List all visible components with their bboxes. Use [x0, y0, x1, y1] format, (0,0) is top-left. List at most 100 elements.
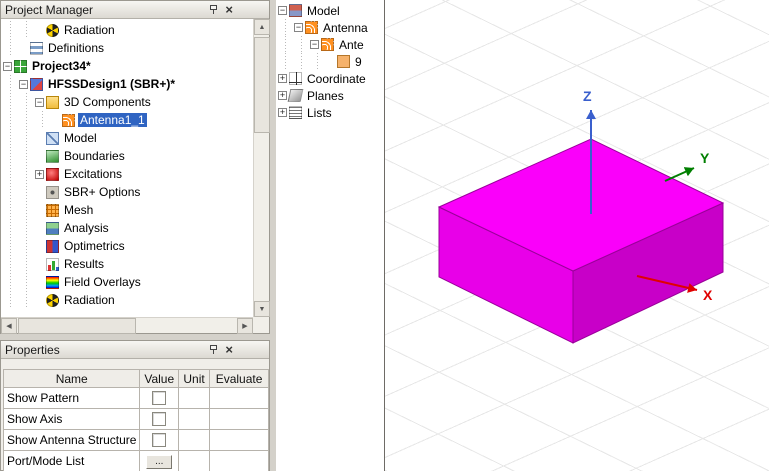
z-axis-label: Z: [583, 88, 592, 104]
scroll-down-button[interactable]: ▼: [254, 301, 270, 317]
tree-item-planes[interactable]: Planes: [276, 87, 384, 104]
tree-item-radiation[interactable]: Radiation: [1, 291, 253, 309]
lists-icon: [289, 106, 302, 119]
column-header-name: Name: [3, 369, 141, 388]
y-axis-arrow: [664, 167, 695, 182]
properties-header-row: Name Value Unit Evaluate: [3, 369, 269, 388]
project-tree-area: Radiation Definitions Project34* HFSSDes…: [1, 19, 270, 334]
tree-item-definitions[interactable]: Definitions: [1, 39, 253, 57]
vertical-scroll-thumb[interactable]: [254, 37, 270, 133]
minus-expander-icon[interactable]: [19, 79, 28, 89]
properties-table-wrap: Name Value Unit Evaluate Show Pattern Sh…: [3, 369, 269, 471]
scroll-left-button[interactable]: ◀: [1, 318, 17, 334]
tree-item-optimetrics[interactable]: Optimetrics: [1, 237, 253, 255]
tree-item-antenna1-1[interactable]: Antenna1_1: [1, 111, 253, 129]
scroll-up-button[interactable]: ▲: [254, 19, 270, 35]
tree-item-mesh[interactable]: Mesh: [1, 201, 253, 219]
magenta-box-object[interactable]: [437, 138, 725, 344]
show-axis-checkbox[interactable]: [152, 412, 167, 427]
minus-expander-icon[interactable]: [310, 40, 319, 49]
property-evaluate-cell: [209, 408, 269, 430]
property-unit-cell: [178, 408, 211, 430]
modeler-3d-viewport[interactable]: Z Y X: [384, 0, 769, 471]
property-evaluate-cell: [209, 429, 269, 451]
tree-item-results[interactable]: Results: [1, 255, 253, 273]
folder-icon: [46, 95, 59, 109]
analysis-icon: [46, 221, 59, 235]
tree-item-sheet[interactable]: 9: [276, 53, 384, 70]
3d-scene: Z Y X: [437, 88, 725, 344]
property-row-show-antenna-structure: Show Antenna Structure: [3, 429, 269, 451]
property-name-cell: Port/Mode List: [3, 450, 141, 471]
tree-item-radiation-top[interactable]: Radiation: [1, 21, 253, 39]
definitions-icon: [30, 41, 43, 55]
tree-item-excitations[interactable]: Excitations: [1, 165, 253, 183]
minus-expander-icon[interactable]: [278, 6, 287, 15]
tree-item-field-overlays[interactable]: Field Overlays: [1, 273, 253, 291]
close-icon[interactable]: ×: [225, 343, 233, 356]
port-mode-list-button[interactable]: ...: [146, 455, 173, 469]
show-antenna-structure-checkbox[interactable]: [152, 433, 167, 448]
antenna-icon: [305, 21, 318, 34]
plus-expander-icon[interactable]: [278, 74, 287, 83]
column-header-value: Value: [139, 369, 180, 388]
tree-item-lists[interactable]: Lists: [276, 104, 384, 121]
property-unit-cell: [178, 429, 211, 451]
plus-expander-icon[interactable]: [35, 169, 44, 179]
tree-item-3d-components[interactable]: 3D Components: [1, 93, 253, 111]
column-header-unit: Unit: [178, 369, 211, 388]
properties-panel: Properties × Name Value Unit Evaluate Sh…: [0, 340, 270, 471]
minus-expander-icon[interactable]: [3, 61, 12, 71]
radiation-icon: [46, 293, 59, 307]
vertical-scrollbar[interactable]: ▲ ▼: [253, 19, 270, 317]
project-manager-titlebar: Project Manager ×: [1, 1, 269, 19]
scrollbar-corner: [253, 317, 269, 333]
results-icon: [46, 257, 59, 271]
property-name-cell: Show Antenna Structure: [3, 429, 141, 451]
pin-icon[interactable]: [209, 4, 218, 16]
y-axis-label: Y: [700, 150, 710, 166]
project-icon: [14, 59, 27, 73]
minus-expander-icon[interactable]: [294, 23, 303, 32]
property-name-cell: Show Axis: [3, 408, 141, 430]
coordinate-system-icon: [289, 72, 302, 85]
sheet-icon: [337, 55, 350, 68]
tree-item-analysis[interactable]: Analysis: [1, 219, 253, 237]
properties-title: Properties: [5, 342, 60, 357]
tree-item-project34[interactable]: Project34*: [1, 57, 253, 75]
property-evaluate-cell: [209, 450, 269, 471]
plus-expander-icon[interactable]: [278, 91, 287, 100]
tree-item-hfssdesign1[interactable]: HFSSDesign1 (SBR+)*: [1, 75, 253, 93]
excitations-icon: [46, 167, 59, 181]
panel-buttons: ×: [209, 3, 233, 16]
tree-item-antenna[interactable]: Antenna: [276, 19, 384, 36]
tree-item-antenna-child[interactable]: Ante: [276, 36, 384, 53]
close-icon[interactable]: ×: [225, 3, 233, 16]
show-pattern-checkbox[interactable]: [152, 391, 167, 406]
tree-item-model-root[interactable]: Model: [276, 2, 384, 19]
properties-titlebar: Properties ×: [1, 341, 269, 359]
horizontal-scrollbar[interactable]: ◀ ▶: [1, 317, 253, 334]
antenna-icon: [321, 38, 334, 51]
tree-item-sbr-options[interactable]: SBR+ Options: [1, 183, 253, 201]
property-value-cell: [139, 408, 180, 430]
selected-tree-label: Antenna1_1: [78, 113, 147, 127]
pin-icon[interactable]: [209, 344, 218, 356]
optimetrics-icon: [46, 239, 59, 253]
project-tree: Radiation Definitions Project34* HFSSDes…: [1, 19, 253, 317]
tree-item-boundaries[interactable]: Boundaries: [1, 147, 253, 165]
plus-expander-icon[interactable]: [278, 108, 287, 117]
property-value-cell: ...: [139, 450, 180, 471]
project-manager-panel: Project Manager × Radiation Definitions …: [0, 0, 270, 334]
tree-item-model[interactable]: Model: [1, 129, 253, 147]
horizontal-scroll-thumb[interactable]: [18, 318, 136, 334]
property-row-show-pattern: Show Pattern: [3, 387, 269, 409]
project-manager-title: Project Manager: [5, 2, 94, 17]
antenna-component-icon: [62, 113, 75, 127]
property-evaluate-cell: [209, 387, 269, 409]
tree-item-coordinate-systems[interactable]: Coordinate: [276, 70, 384, 87]
property-row-port-mode-list: Port/Mode List ...: [3, 450, 269, 471]
x-axis-label: X: [703, 287, 713, 303]
scroll-right-button[interactable]: ▶: [237, 318, 253, 334]
minus-expander-icon[interactable]: [35, 97, 44, 107]
